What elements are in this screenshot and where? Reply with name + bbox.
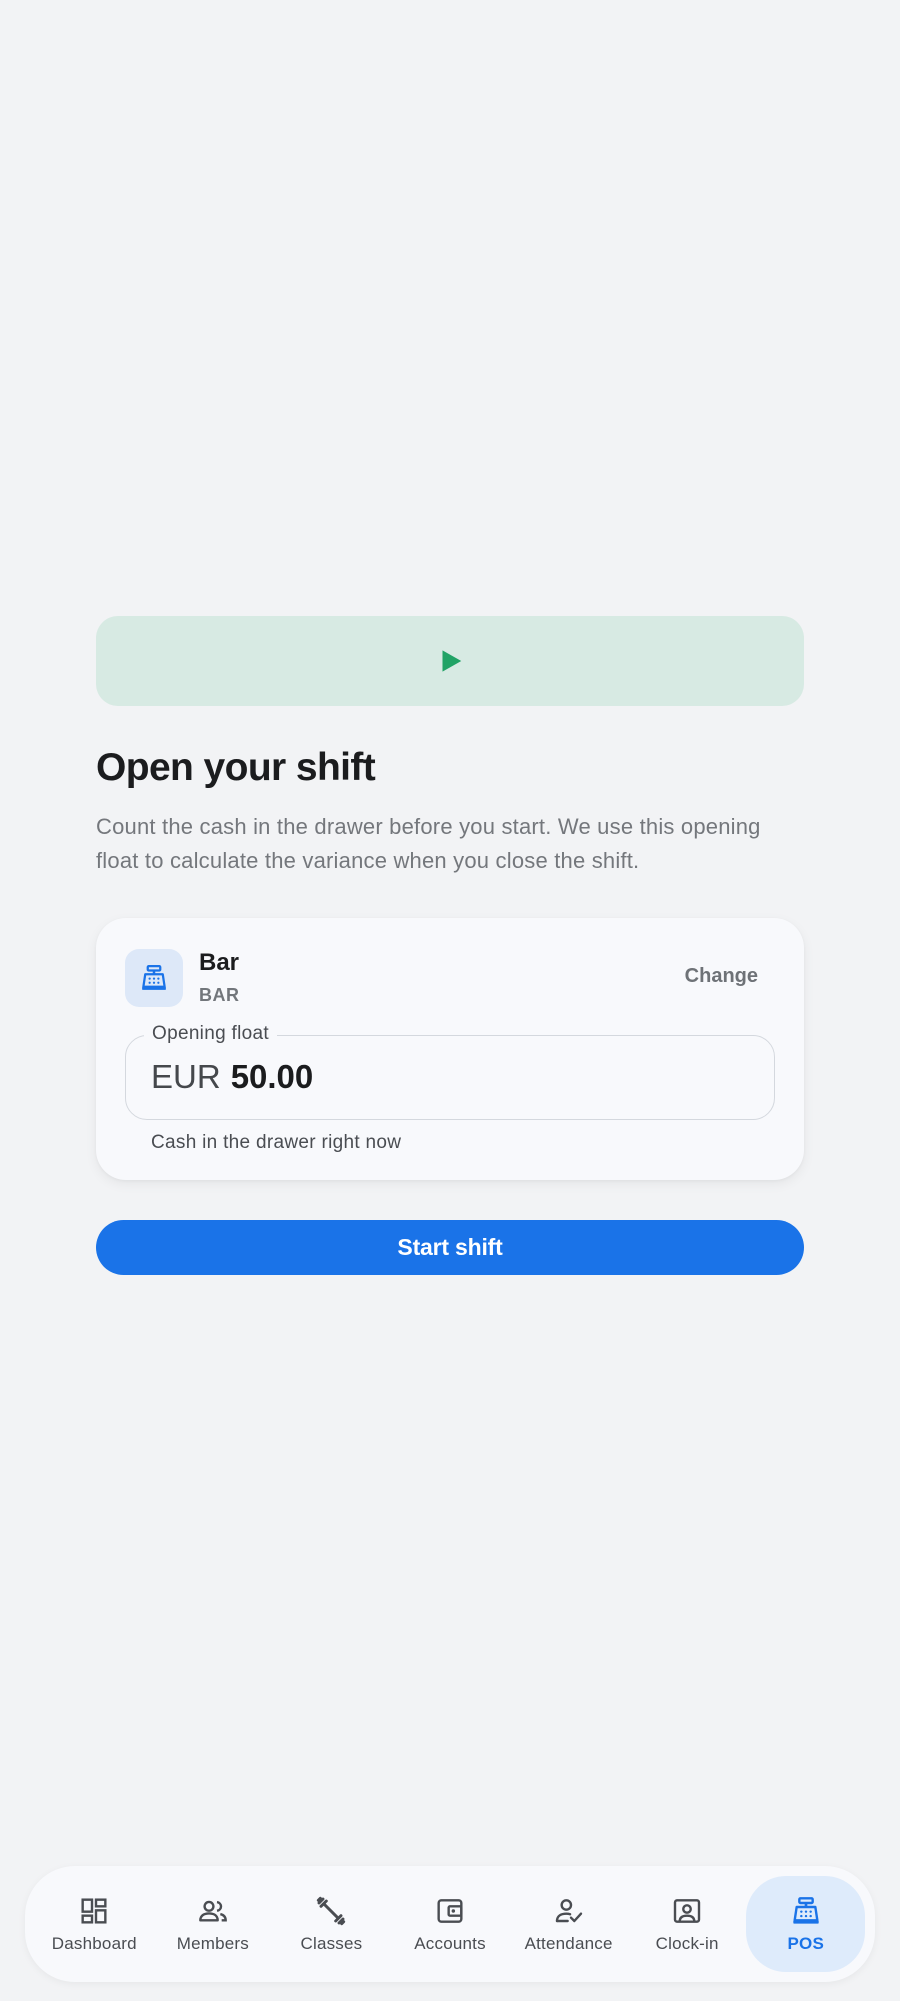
shift-hero-banner xyxy=(96,616,804,706)
cash-register-icon xyxy=(793,1896,819,1924)
opening-float-helper: Cash in the drawer right now xyxy=(151,1132,402,1153)
float-amount: 50.00 xyxy=(230,1058,314,1095)
nav-label-members: Members xyxy=(176,1933,249,1953)
members-icon xyxy=(198,1900,227,1922)
bottom-navigation: Dashboard Members Classes Accounts Atten… xyxy=(25,1866,875,1982)
opening-float-field[interactable]: Opening float EUR 50.00 xyxy=(125,1023,775,1120)
dumbbell-icon xyxy=(317,1896,346,1925)
nav-label-accounts: Accounts xyxy=(414,1933,486,1953)
nav-item-accounts[interactable]: Accounts xyxy=(391,1876,510,1972)
opening-float-input[interactable]: EUR 50.00 xyxy=(151,1058,313,1096)
start-shift-button[interactable]: Start shift xyxy=(96,1220,804,1275)
nav-item-dashboard[interactable]: Dashboard xyxy=(35,1876,154,1972)
badge-icon xyxy=(673,1898,701,1923)
nav-label-attendance: Attendance xyxy=(524,1933,613,1953)
play-icon xyxy=(442,650,462,672)
page-title: Open your shift xyxy=(96,746,376,789)
nav-label-classes: Classes xyxy=(300,1933,363,1953)
nav-label-pos: POS xyxy=(787,1933,825,1953)
cash-register-icon xyxy=(125,949,183,1007)
open-shift-panel: Open your shift Count the cash in the dr… xyxy=(96,616,804,1275)
nav-label-clock-in: Clock-in xyxy=(655,1933,719,1953)
nav-item-attendance[interactable]: Attendance xyxy=(509,1876,628,1972)
register-code: BAR xyxy=(199,985,240,1005)
nav-item-classes[interactable]: Classes xyxy=(272,1876,391,1972)
wallet-icon xyxy=(437,1898,463,1923)
nav-item-clock-in[interactable]: Clock-in xyxy=(628,1876,747,1972)
nav-item-pos[interactable]: POS xyxy=(746,1876,866,1972)
nav-label-dashboard: Dashboard xyxy=(51,1933,137,1953)
currency-prefix: EUR xyxy=(151,1058,221,1095)
page-subtitle: Count the cash in the drawer before you … xyxy=(96,814,761,873)
register-name: Bar xyxy=(199,949,240,976)
register-card: Bar BAR Change Opening float EUR 50.00 C… xyxy=(96,918,804,1180)
dashboard-icon xyxy=(81,1897,107,1924)
change-register-button[interactable]: Change xyxy=(685,965,758,988)
nav-item-members[interactable]: Members xyxy=(154,1876,273,1972)
person-check-icon xyxy=(555,1898,582,1922)
opening-float-label: Opening float xyxy=(144,1023,277,1045)
